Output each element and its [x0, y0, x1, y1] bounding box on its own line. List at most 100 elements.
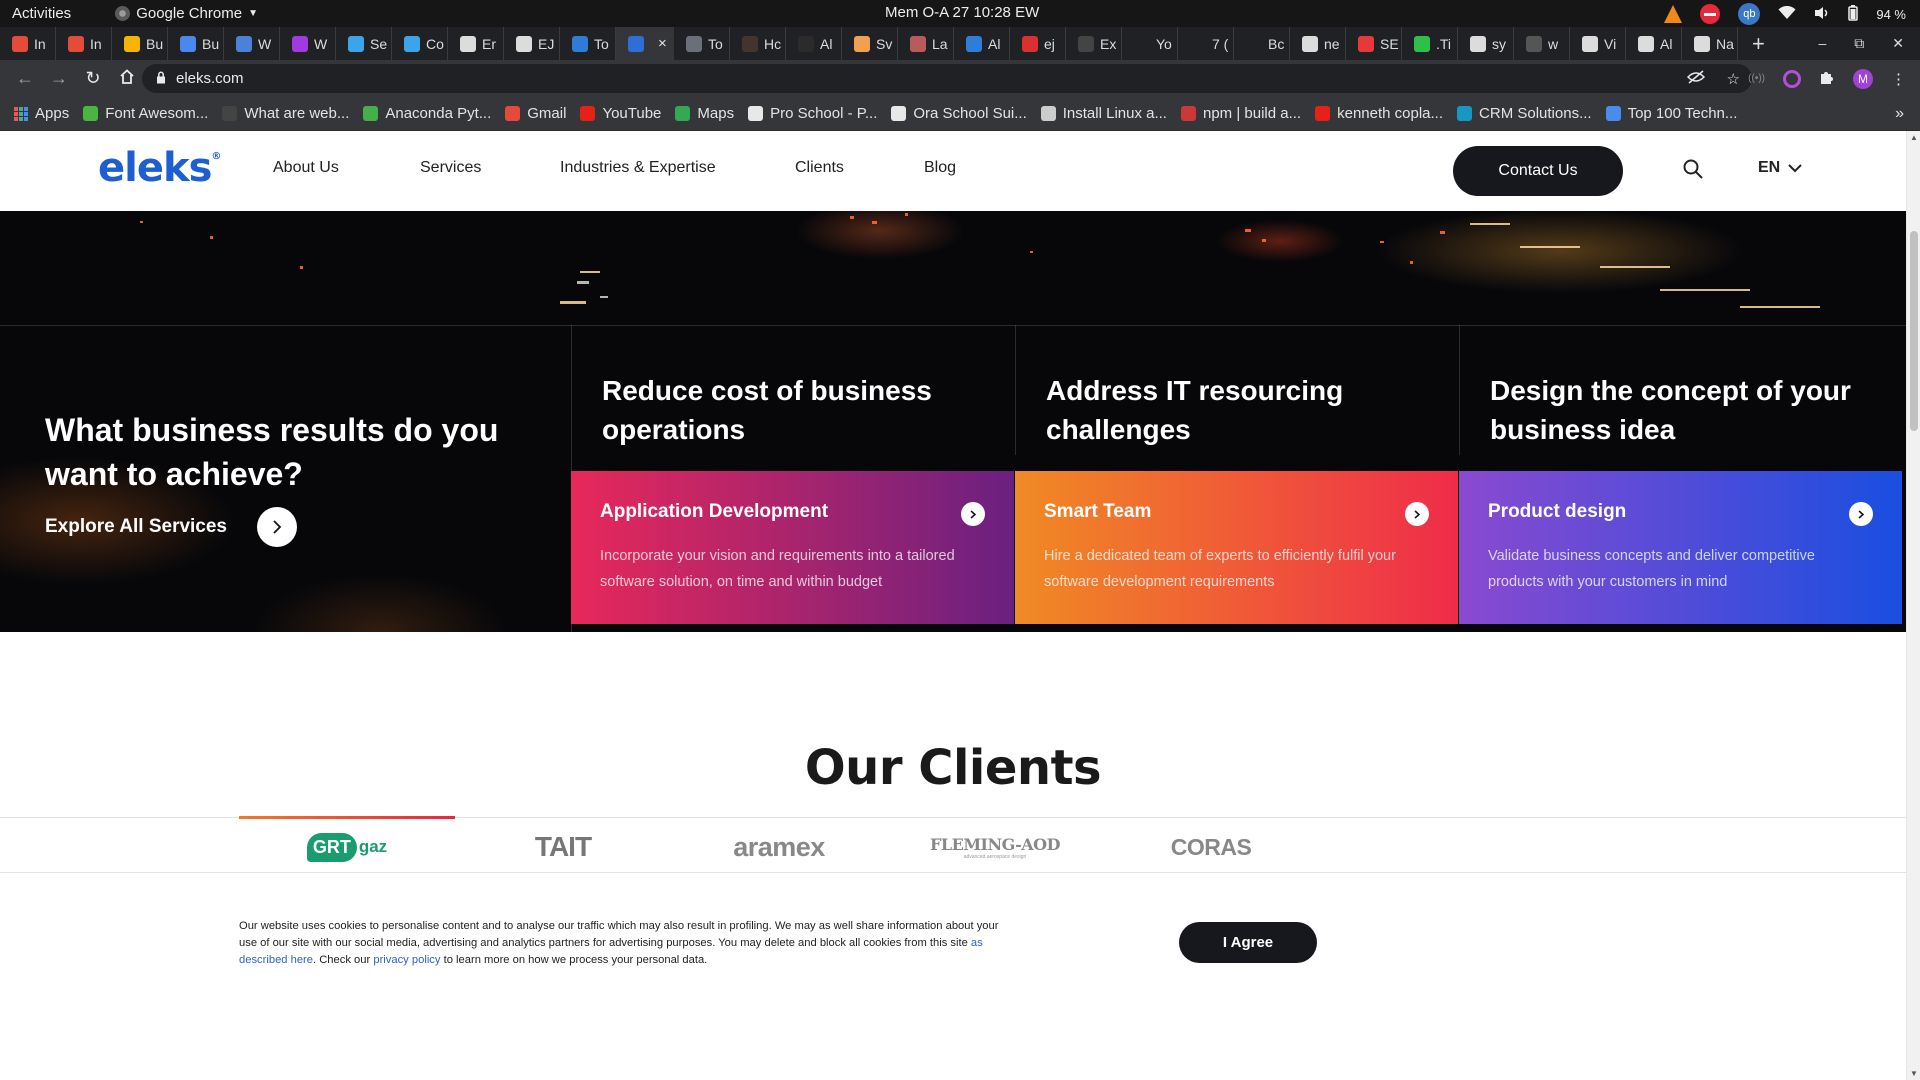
browser-tab[interactable]: Al	[954, 27, 1010, 60]
clock[interactable]: Mem O-A 27 10:28 EW	[885, 4, 1039, 21]
nav-about-us[interactable]: About Us	[273, 159, 339, 177]
browser-tab[interactable]: In	[56, 27, 112, 60]
address-bar[interactable]: eleks.com ☆	[142, 64, 1752, 93]
browser-tab[interactable]: 7 (	[1178, 27, 1234, 60]
new-tab-button[interactable]: +	[1752, 31, 1765, 57]
scroll-down-icon[interactable]: ▼	[1910, 1069, 1918, 1078]
browser-tab[interactable]: Hc	[730, 27, 786, 60]
nav-services[interactable]: Services	[420, 159, 481, 177]
extension-broadcast-icon[interactable]: ((•))	[1748, 73, 1765, 84]
browser-tab[interactable]: ne	[1290, 27, 1346, 60]
browser-tab[interactable]: Na	[1682, 27, 1738, 60]
bookmark-item[interactable]: CRM Solutions...	[1457, 105, 1592, 122]
bookmark-item[interactable]: Font Awesom...	[83, 105, 208, 122]
star-icon[interactable]: ☆	[1727, 70, 1740, 88]
chevron-right-icon[interactable]	[1405, 502, 1429, 526]
bookmark-item[interactable]: YouTube	[580, 105, 661, 122]
do-not-disturb-icon[interactable]	[1700, 4, 1721, 24]
bookmark-item[interactable]: Anaconda Pyt...	[363, 105, 491, 122]
client-logo-fleming-aod[interactable]: FLEMING-AOD advanced aerospace design	[887, 832, 1103, 862]
browser-tab[interactable]: To	[674, 27, 730, 60]
explore-all-services-link[interactable]: Explore All Services	[45, 507, 298, 547]
browser-tab[interactable]: W	[280, 27, 336, 60]
scrollbar-thumb[interactable]	[1910, 231, 1918, 431]
browser-tab[interactable]: To	[560, 27, 616, 60]
service-card-smart-team[interactable]: Smart Team Hire a dedicated team of expe…	[1015, 471, 1458, 624]
browser-tab[interactable]: sy	[1458, 27, 1514, 60]
bookmark-item[interactable]: Install Linux a...	[1040, 105, 1167, 122]
bookmark-item[interactable]: Ora School Sui...	[891, 105, 1027, 122]
client-logo-tait[interactable]: TAIT	[455, 831, 671, 862]
qbittorrent-icon[interactable]: qb	[1738, 3, 1761, 25]
browser-tab[interactable]: Al	[1626, 27, 1682, 60]
browser-tab[interactable]: Ex	[1066, 27, 1122, 60]
bookmark-item[interactable]: What are web...	[222, 105, 349, 122]
client-logo-aramex[interactable]: aramex	[671, 832, 887, 862]
extension-purple-icon[interactable]	[1783, 69, 1801, 88]
chevron-right-icon[interactable]	[1849, 502, 1873, 526]
bookmark-item[interactable]: Maps	[675, 105, 734, 122]
volume-icon[interactable]	[1814, 6, 1830, 23]
kebab-menu-icon[interactable]: ⋮	[1891, 70, 1906, 88]
battery-icon[interactable]	[1848, 4, 1859, 24]
tab-close-icon[interactable]: ×	[658, 35, 667, 52]
i-agree-button[interactable]: I Agree	[1179, 922, 1317, 963]
url-text[interactable]: eleks.com	[176, 70, 244, 87]
nav-blog[interactable]: Blog	[924, 159, 956, 177]
browser-tab[interactable]: Yo	[1122, 27, 1178, 60]
browser-tab[interactable]: ej	[1010, 27, 1066, 60]
restore-icon[interactable]: ⧉	[1854, 35, 1864, 52]
browser-tab[interactable]: w	[1514, 27, 1570, 60]
home-icon[interactable]	[118, 68, 136, 89]
service-card-application-development[interactable]: Application Development Incorporate your…	[571, 471, 1014, 624]
bookmark-item[interactable]: npm | build a...	[1180, 105, 1301, 122]
reload-icon[interactable]: ↻	[84, 68, 102, 89]
eleks-logo[interactable]: eleks®	[98, 145, 221, 191]
wifi-icon[interactable]	[1778, 5, 1796, 23]
browser-tab[interactable]: Bu	[112, 27, 168, 60]
browser-tab[interactable]: Al	[786, 27, 842, 60]
nav-industries-expertise[interactable]: Industries & Expertise	[560, 159, 716, 177]
browser-tab[interactable]: SE	[1346, 27, 1402, 60]
activities-button[interactable]: Activities	[12, 5, 71, 22]
eye-off-icon[interactable]	[1686, 69, 1705, 88]
browser-tab[interactable]: EJ	[504, 27, 560, 60]
browser-tab[interactable]: In	[0, 27, 56, 60]
lock-icon[interactable]	[156, 71, 166, 87]
language-selector[interactable]: EN	[1758, 159, 1802, 177]
nav-clients[interactable]: Clients	[795, 159, 844, 177]
browser-tab[interactable]: Vi	[1570, 27, 1626, 60]
close-window-icon[interactable]: ✕	[1892, 35, 1904, 52]
back-icon[interactable]: ←	[16, 68, 34, 89]
extensions-puzzle-icon[interactable]	[1819, 69, 1835, 89]
minimize-icon[interactable]: ‒	[1818, 35, 1826, 52]
browser-tab[interactable]: .Ti	[1402, 27, 1458, 60]
browser-tab[interactable]: Er	[448, 27, 504, 60]
search-icon[interactable]	[1683, 159, 1703, 179]
browser-tab[interactable]: Bc	[1234, 27, 1290, 60]
forward-icon[interactable]: →	[50, 68, 68, 89]
bookmark-item[interactable]: Gmail	[505, 105, 566, 122]
bookmark-item[interactable]: Pro School - P...	[748, 105, 877, 122]
client-logo-grtgaz[interactable]: GRT gaz	[239, 832, 455, 862]
browser-tab[interactable]: Se	[336, 27, 392, 60]
arrow-right-button[interactable]	[257, 507, 298, 547]
browser-tab[interactable]: W	[224, 27, 280, 60]
bookmark-item[interactable]: kenneth copla...	[1315, 105, 1443, 122]
browser-tab[interactable]: Co	[392, 27, 448, 60]
app-menu[interactable]: Google Chrome ▼	[115, 5, 258, 22]
privacy-policy-link[interactable]: privacy policy	[373, 954, 440, 966]
browser-tab[interactable]: Sv	[842, 27, 898, 60]
browser-tab[interactable]: La	[898, 27, 954, 60]
vlc-icon[interactable]	[1664, 5, 1683, 23]
chevron-right-icon[interactable]	[961, 502, 985, 526]
scroll-up-icon[interactable]: ▲	[1910, 133, 1918, 142]
client-logo-coras[interactable]: CORAS	[1103, 832, 1319, 862]
browser-tab[interactable]: Bu	[168, 27, 224, 60]
service-card-product-design[interactable]: Product design Validate business concept…	[1459, 471, 1902, 624]
profile-avatar[interactable]: M	[1853, 68, 1873, 89]
contact-us-button[interactable]: Contact Us	[1453, 146, 1623, 196]
browser-tab[interactable]: ×	[616, 27, 674, 60]
bookmark-item[interactable]: Top 100 Techn...	[1605, 105, 1737, 122]
bookmarks-overflow-icon[interactable]: »	[1895, 105, 1904, 123]
